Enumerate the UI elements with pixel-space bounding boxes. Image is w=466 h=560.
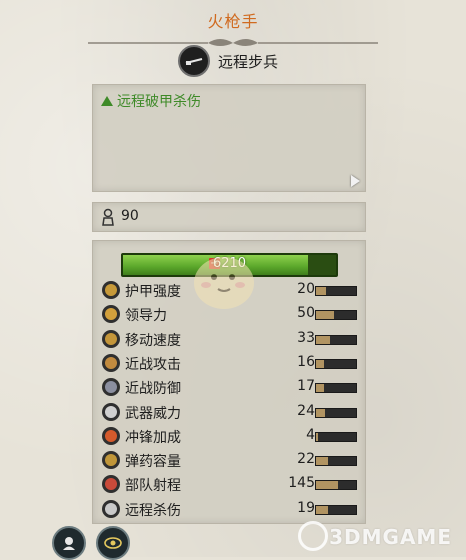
stat-bar-fill [316, 505, 328, 514]
stat-bar [315, 383, 357, 394]
stat-value: 16 [297, 353, 315, 370]
stat-bar-fill [316, 408, 325, 417]
stat-value: 4 [306, 426, 315, 443]
musket-icon [178, 45, 210, 77]
stat-bar [315, 334, 357, 345]
stat-label: 武器威力 [125, 405, 181, 422]
stat-bar-fill [316, 432, 319, 441]
unit-type-row: 远程步兵 [178, 45, 278, 77]
positive-trait-icon [101, 96, 113, 106]
stat-label: 部队射程 [125, 478, 181, 495]
speed-icon [102, 329, 120, 348]
stat-label: 远程杀伤 [125, 502, 181, 519]
stat-bar [315, 310, 357, 321]
stat-bar [315, 286, 357, 296]
stat-bar [315, 407, 357, 418]
stat-value: 50 [297, 305, 315, 322]
unit-title: 火枪手 [207, 12, 259, 31]
view-unit-button[interactable] [96, 526, 130, 560]
leadership-icon [102, 305, 120, 324]
stat-row[interactable]: 移动速度 33 [101, 328, 363, 352]
stat-label: 护甲强度 [125, 284, 181, 300]
expand-arrow-icon[interactable] [351, 175, 360, 187]
weapon-strength-icon [102, 402, 120, 421]
unit-type-label: 远程步兵 [218, 52, 279, 71]
unit-card-icon [63, 537, 75, 550]
stat-label: 领导力 [125, 308, 167, 325]
stat-label: 近战防御 [125, 381, 181, 398]
stat-label: 移动速度 [125, 332, 181, 349]
stat-value: 145 [288, 475, 315, 492]
stat-row[interactable]: 部队射程 145 [101, 473, 363, 497]
stat-bar [315, 358, 357, 369]
trait-label: 远程破甲杀伤 [117, 94, 201, 110]
stat-bar [315, 431, 357, 442]
stat-bar-fill [316, 384, 324, 393]
stat-row[interactable]: 远程杀伤 19 [101, 498, 363, 522]
stat-bar-fill [316, 335, 330, 344]
stat-bar [315, 480, 357, 491]
stat-value: 33 [297, 329, 315, 346]
stat-value: 20 [297, 281, 315, 297]
stat-bar-fill [316, 311, 334, 320]
watermark-text: 3DMGAME [329, 525, 452, 549]
stat-bar [315, 456, 357, 467]
upkeep-value: 90 [121, 208, 139, 224]
melee-attack-icon [102, 353, 120, 372]
unit-card-button[interactable] [52, 526, 86, 560]
stat-bar [315, 504, 357, 515]
stat-label: 冲锋加成 [125, 429, 181, 446]
stat-label: 弹药容量 [125, 454, 181, 471]
stat-value: 17 [297, 378, 315, 395]
range-icon [102, 475, 120, 494]
trait-item[interactable]: 远程破甲杀伤 [101, 91, 201, 111]
missile-damage-icon [102, 499, 120, 518]
upkeep-panel: 90 [92, 202, 366, 232]
stat-row[interactable]: 武器威力 24 [101, 401, 363, 425]
ammunition-icon [102, 451, 120, 470]
watermark-mascot [194, 257, 254, 309]
armor-icon [102, 281, 120, 299]
stat-row[interactable]: 近战防御 17 [101, 376, 363, 400]
stat-value: 24 [297, 402, 315, 419]
stat-row[interactable]: 弹药容量 22 [101, 449, 363, 473]
stat-value: 19 [297, 499, 315, 516]
stat-row[interactable]: 冲锋加成 4 [101, 425, 363, 449]
stat-bar-fill [316, 457, 328, 466]
eye-icon [104, 537, 122, 549]
stat-bar-fill [316, 481, 338, 490]
unit-upkeep-icon [102, 208, 114, 226]
stat-value: 22 [297, 451, 315, 468]
watermark-logo-icon [298, 521, 328, 551]
stat-bar-fill [316, 359, 324, 368]
stat-label: 近战攻击 [125, 356, 181, 373]
stat-row[interactable]: 近战攻击 16 [101, 352, 363, 376]
melee-defense-icon [102, 378, 120, 397]
stat-bar-fill [316, 287, 326, 295]
charge-bonus-icon [102, 426, 120, 445]
traits-panel: 远程破甲杀伤 [92, 84, 366, 192]
